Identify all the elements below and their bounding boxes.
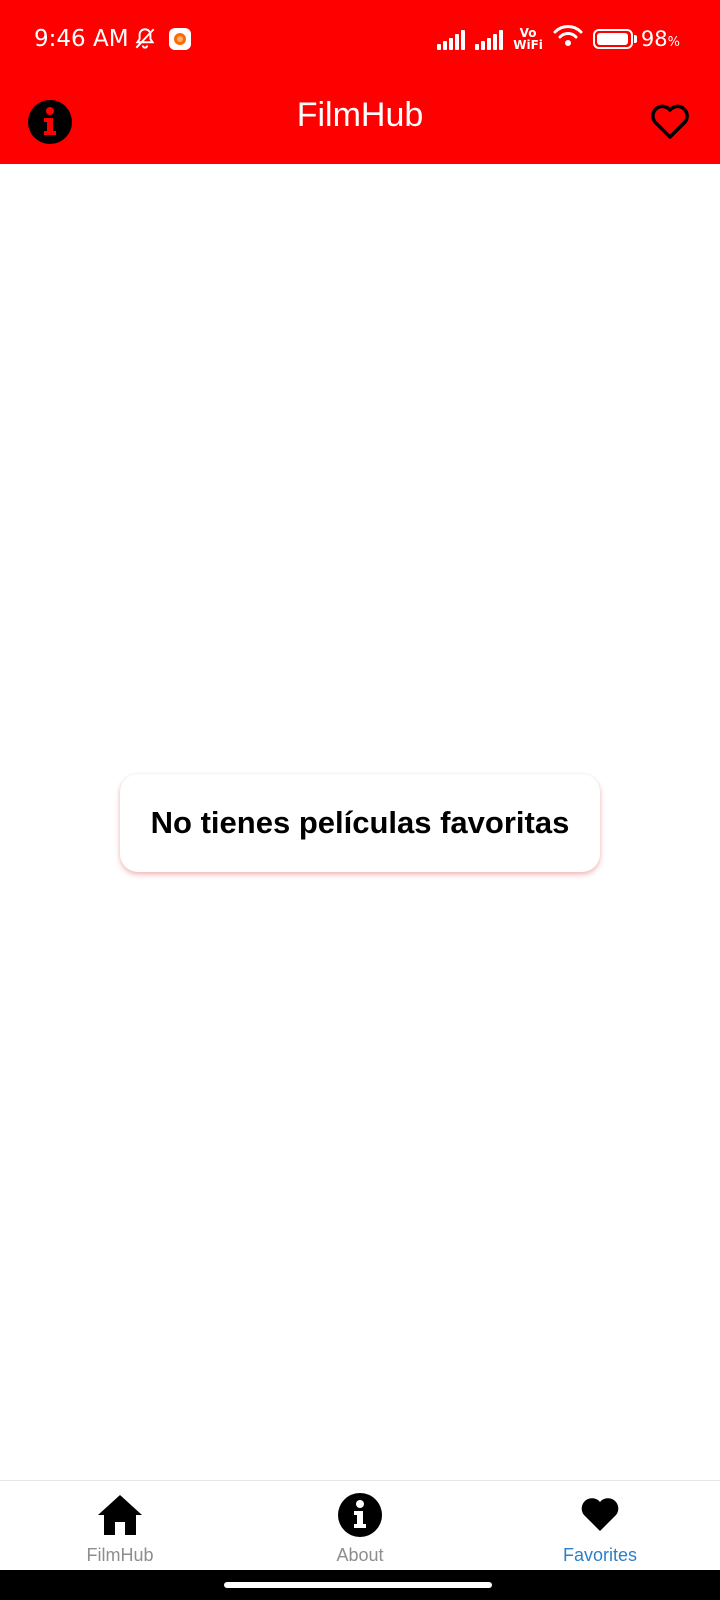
nav-label-about: About (336, 1545, 384, 1565)
nav-label-filmhub: FilmHub (86, 1545, 154, 1565)
status-notification-icons (132, 26, 192, 57)
signal-icon (437, 28, 466, 50)
bell-off-icon (132, 26, 158, 57)
battery-value: 98 (640, 26, 668, 51)
vowifi-bottom-text: WiFi (513, 37, 543, 52)
wifi-icon (553, 24, 583, 53)
signal-icon (475, 28, 504, 50)
vowifi-top-text: Vo (519, 25, 537, 40)
favorites-content: No tienes películas favoritas (0, 164, 720, 1480)
app-bar: FilmHub (0, 80, 720, 164)
heart-icon (581, 1498, 619, 1531)
app-title: FilmHub (296, 96, 424, 134)
info-icon (338, 1493, 382, 1537)
system-gesture-area (0, 1570, 720, 1600)
battery-fill (596, 32, 629, 45)
nav-label-favorites: Favorites (562, 1545, 638, 1565)
empty-state-message: No tienes películas favoritas (150, 805, 570, 840)
bottom-navigation: FilmHub About Favorites (0, 1480, 720, 1570)
nav-item-about[interactable]: About (240, 1481, 480, 1570)
home-icon (98, 1495, 142, 1535)
battery-icon (592, 28, 633, 49)
battery-percent: 98% (641, 27, 680, 51)
nav-item-favorites[interactable]: Favorites (480, 1481, 720, 1570)
vowifi-icon: Vo WiFi (513, 27, 543, 51)
heart-outline-icon (651, 104, 689, 139)
status-system-icons: Vo WiFi 98% (437, 24, 680, 53)
nav-item-filmhub[interactable]: FilmHub (0, 1481, 240, 1570)
status-bar: 9:46 AM Vo WiFi 98% (0, 0, 720, 80)
favorites-header-button[interactable] (638, 90, 702, 154)
battery-unit: % (667, 34, 680, 50)
notification-app-icon (168, 27, 192, 56)
empty-state-card: No tienes películas favoritas (120, 774, 600, 872)
home-gesture-bar[interactable] (224, 1582, 492, 1588)
battery-indicator: 98% (592, 27, 680, 51)
status-time: 9:46 AM (34, 26, 129, 52)
